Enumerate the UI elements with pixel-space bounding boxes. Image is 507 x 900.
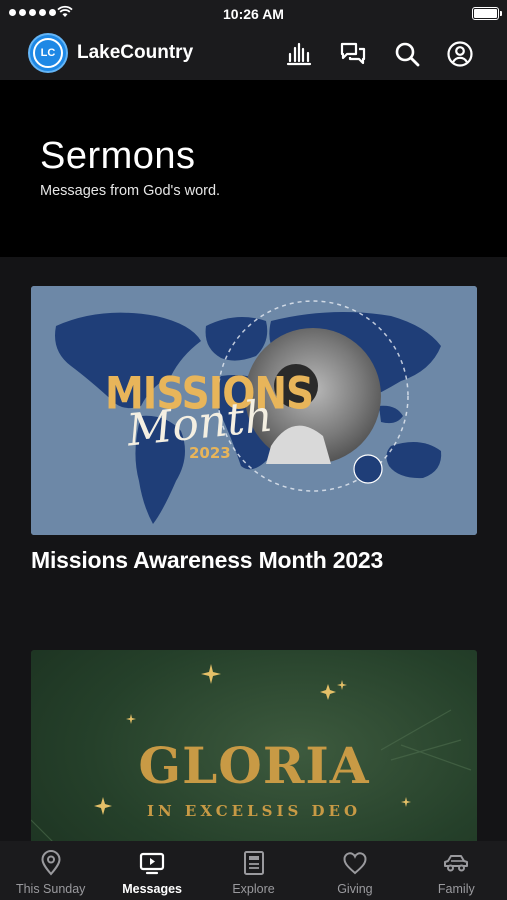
sermon-title[interactable]: Missions Awareness Month 2023: [31, 547, 477, 574]
art-title-word: GLORIA: [138, 736, 370, 795]
tab-label: This Sunday: [15, 882, 86, 896]
sermon-thumbnail[interactable]: MISSIONS Month 2023: [31, 286, 477, 535]
logo-text: LC: [33, 38, 63, 68]
car-icon: [444, 855, 469, 872]
tab-label: Messages: [122, 882, 182, 896]
app-header: LC LakeCountry: [0, 28, 507, 80]
tv-play-icon: [140, 852, 165, 875]
tab-explore[interactable]: Explore: [203, 841, 304, 900]
app-name: LakeCountry: [77, 42, 194, 63]
sermon-list[interactable]: MISSIONS Month 2023 Missions Awareness M…: [0, 257, 507, 841]
news-icon: [243, 851, 264, 875]
status-time: 10:26 AM: [223, 6, 284, 22]
account-icon[interactable]: [446, 40, 474, 68]
tab-label: Giving: [337, 882, 373, 896]
sermon-thumbnail[interactable]: GLORIA IN EXCELSIS DEO: [31, 650, 477, 841]
chat-icon[interactable]: [339, 40, 367, 68]
art-year: 2023: [189, 444, 231, 462]
tab-label: Family: [437, 882, 475, 896]
live-audio-icon[interactable]: [285, 40, 313, 68]
tab-family[interactable]: Family: [406, 841, 507, 900]
tab-this-sunday[interactable]: This Sunday: [0, 841, 101, 900]
church-logo[interactable]: LC: [28, 33, 68, 73]
tab-messages[interactable]: Messages: [101, 841, 202, 900]
tab-giving[interactable]: Giving: [304, 841, 405, 900]
bottom-tab-bar: This Sunday Messages Explore Giving Fami…: [0, 841, 507, 900]
location-pin-icon: [41, 850, 61, 876]
page-title: Sermons: [40, 135, 196, 177]
tab-label: Explore: [232, 882, 275, 896]
sermon-card-missions[interactable]: MISSIONS Month 2023 Missions Awareness M…: [31, 286, 477, 574]
page-subtitle: Messages from God's word.: [40, 183, 221, 199]
battery-icon: [472, 7, 502, 20]
sermon-card-gloria[interactable]: GLORIA IN EXCELSIS DEO: [31, 650, 477, 841]
page-hero: Sermons Messages from God's word.: [0, 80, 507, 257]
status-bar: 10:26 AM: [0, 0, 507, 28]
art-subtitle: IN EXCELSIS DEO: [146, 802, 362, 820]
heart-icon: [343, 852, 367, 875]
search-icon[interactable]: [393, 40, 421, 68]
